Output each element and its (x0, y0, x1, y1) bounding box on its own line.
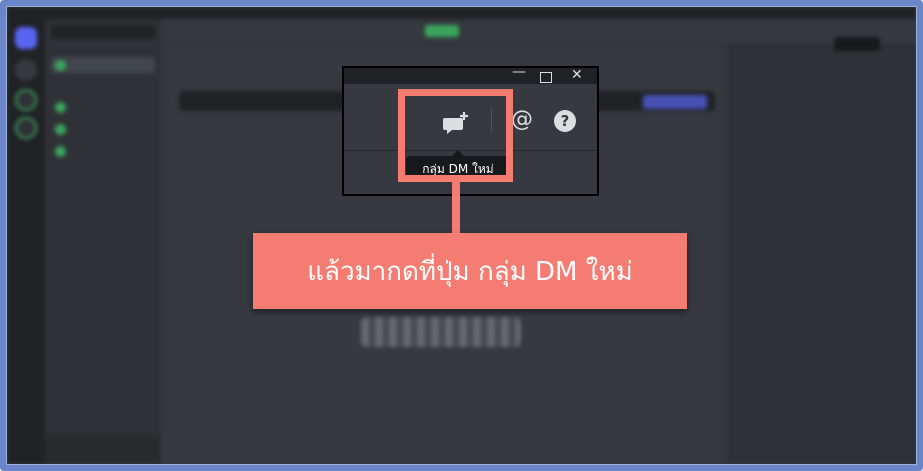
send-friend-request-button[interactable] (643, 95, 707, 109)
home-button[interactable] (15, 27, 37, 49)
maximize-button[interactable] (540, 72, 552, 83)
window-title-bar: — ✕ (344, 64, 597, 84)
avatar (55, 124, 66, 135)
server-icon[interactable] (15, 59, 37, 81)
add-friend-button[interactable] (425, 25, 459, 37)
close-button[interactable]: ✕ (571, 67, 583, 83)
help-icon[interactable]: ? (554, 110, 576, 132)
avatar (55, 102, 66, 113)
dm-section-header (51, 79, 155, 95)
highlight-box (398, 89, 513, 182)
instruction-callout: แล้วมากดที่ปุ่ม กลุ่ม DM ใหม่ (253, 233, 687, 309)
discord-window: — ✕ @ ? กลุ่ม DM ใหม่ แล้วมากดที่ปุ่ม กล… (6, 6, 917, 465)
dm-sidebar (45, 19, 161, 464)
avatar (55, 146, 66, 157)
sidebar-item-friends[interactable] (51, 57, 155, 73)
blurred-tooltip (834, 37, 880, 51)
explore-servers-button[interactable] (15, 117, 37, 139)
friends-top-bar (161, 19, 916, 45)
dm-list-item[interactable] (51, 121, 155, 137)
mentions-icon[interactable]: @ (511, 107, 533, 132)
friends-icon (55, 60, 66, 71)
search-input[interactable] (51, 25, 155, 39)
empty-state-illustration (361, 317, 521, 347)
minimize-button[interactable]: — (512, 64, 526, 80)
add-server-button[interactable] (15, 89, 37, 111)
active-now-panel (727, 45, 916, 464)
user-panel (45, 434, 161, 464)
title-bar (7, 7, 916, 19)
callout-connector (452, 182, 460, 234)
dm-list-item[interactable] (51, 143, 155, 159)
dm-list-item[interactable] (51, 99, 155, 115)
server-rail (7, 19, 45, 464)
